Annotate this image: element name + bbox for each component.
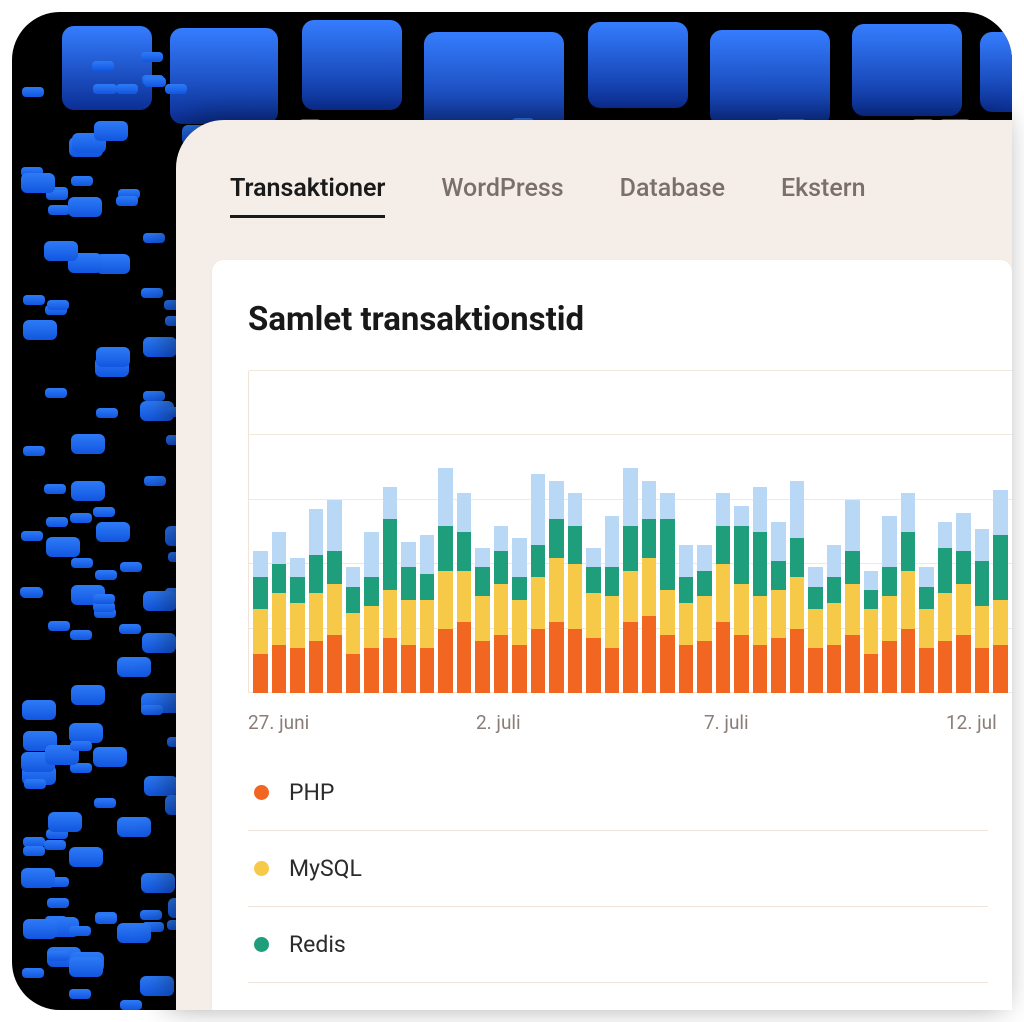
bar	[383, 487, 398, 693]
x-tick: 12. jul	[946, 711, 997, 734]
bar	[568, 493, 583, 693]
tab-database[interactable]: Database	[620, 174, 725, 218]
bar	[679, 545, 694, 693]
bar	[956, 513, 971, 693]
bar	[327, 500, 342, 693]
chart-x-axis: 27. juni2. juli7. juli12. jul	[248, 693, 1012, 711]
bar	[438, 468, 453, 693]
legend-dot-icon	[254, 861, 269, 876]
bar	[290, 558, 305, 693]
bar	[272, 532, 287, 693]
legend-label: MySQL	[289, 855, 362, 882]
tab-bar: Transaktioner WordPress Database Ekstern	[176, 120, 1012, 236]
bar	[401, 542, 416, 693]
tab-transaktioner[interactable]: Transaktioner	[230, 174, 385, 218]
bar	[586, 548, 601, 693]
chart-area	[248, 371, 1012, 693]
x-tick: 2. juli	[476, 711, 521, 734]
x-tick: 7. juli	[704, 711, 749, 734]
bar	[253, 551, 268, 693]
bar	[605, 516, 620, 693]
legend-item-mysql[interactable]: MySQL	[248, 831, 988, 907]
bar	[697, 545, 712, 693]
bar	[549, 481, 564, 693]
legend-item-redis[interactable]: Redis	[248, 907, 988, 983]
bar	[919, 567, 934, 693]
legend-item-php[interactable]: PHP	[248, 755, 988, 831]
bar	[364, 532, 379, 693]
legend-dot-icon	[254, 785, 269, 800]
chart-title: Samlet transaktionstid	[248, 300, 1012, 339]
bar	[457, 493, 472, 693]
bar	[309, 509, 324, 693]
bar	[512, 538, 527, 693]
tab-ekstern[interactable]: Ekstern	[781, 174, 866, 218]
chart-legend: PHP MySQL Redis	[248, 755, 988, 983]
bar	[975, 529, 990, 693]
bar	[660, 493, 675, 693]
dashboard-card: Transaktioner WordPress Database Ekstern Sa…	[176, 120, 1012, 1010]
bar	[494, 526, 509, 693]
x-tick: 27. juni	[248, 711, 309, 734]
bar	[716, 493, 731, 693]
bar	[623, 468, 638, 693]
bar	[753, 487, 768, 693]
legend-label: Redis	[289, 931, 346, 958]
bar	[346, 567, 361, 693]
bar	[642, 481, 657, 693]
bar	[845, 500, 860, 693]
bar	[420, 535, 435, 693]
bar	[475, 548, 490, 693]
bar	[882, 516, 897, 693]
chart-bars	[253, 371, 1012, 693]
bar	[531, 474, 546, 693]
bar	[808, 567, 823, 693]
bar	[734, 506, 749, 693]
bar	[827, 545, 842, 693]
bar	[790, 481, 805, 693]
tab-wordpress[interactable]: WordPress	[441, 174, 563, 218]
chart-card: Samlet transaktionstid 27. juni2. juli7.…	[212, 260, 1012, 1010]
bar	[771, 522, 786, 693]
legend-dot-icon	[254, 937, 269, 952]
legend-label: PHP	[289, 779, 334, 806]
bar	[864, 571, 879, 693]
bar	[901, 493, 916, 693]
bar	[938, 522, 953, 693]
bar	[993, 490, 1008, 693]
